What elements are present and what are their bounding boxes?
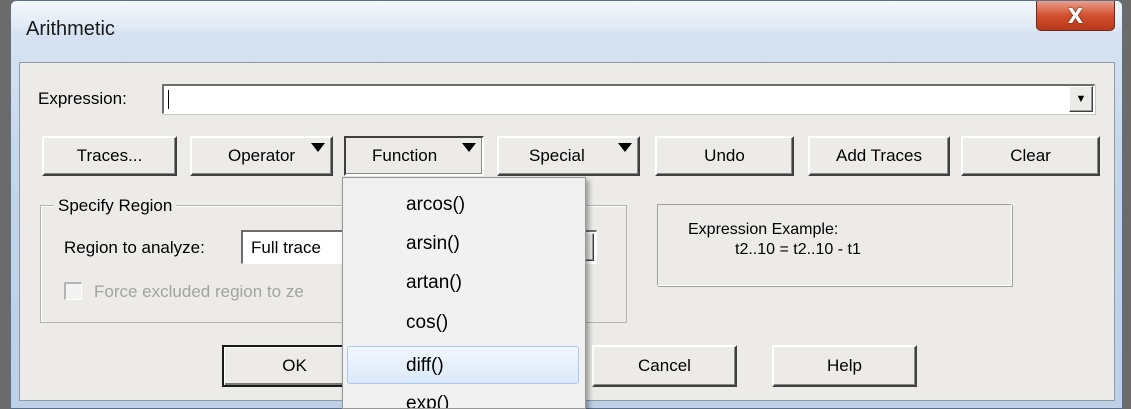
help-button-label: Help xyxy=(827,356,862,375)
operator-button[interactable]: Operator xyxy=(190,136,333,176)
region-selected-value: Full trace xyxy=(251,238,321,257)
help-button[interactable]: Help xyxy=(772,345,917,387)
special-button-label: Special xyxy=(529,146,585,165)
undo-button-label: Undo xyxy=(704,146,745,165)
menu-item-diff[interactable]: diff() xyxy=(347,346,579,384)
menu-item-arcos[interactable]: arcos() xyxy=(343,186,585,224)
operator-button-label: Operator xyxy=(228,146,296,165)
dropdown-arrow-icon xyxy=(462,143,476,152)
dropdown-arrow-icon xyxy=(618,143,632,152)
expression-input[interactable] xyxy=(162,84,1095,114)
force-excluded-label: Force excluded region to ze xyxy=(94,282,304,301)
function-button-label: Function xyxy=(372,146,438,165)
text-cursor xyxy=(168,90,169,110)
traces-button[interactable]: Traces... xyxy=(42,136,177,176)
menu-item-artan[interactable]: artan() xyxy=(343,264,585,302)
dropdown-arrow-icon xyxy=(311,143,325,152)
add-traces-button-label: Add Traces xyxy=(836,146,922,165)
force-excluded-checkbox[interactable] xyxy=(64,282,82,300)
window-title: Arithmetic xyxy=(26,18,115,40)
expression-dropdown-button[interactable]: ▼ xyxy=(1069,86,1093,112)
title-bar[interactable] xyxy=(11,1,1122,31)
close-icon[interactable]: X xyxy=(1036,1,1115,31)
function-menu: arcos() arsin() artan() cos() diff() exp… xyxy=(342,177,586,409)
add-traces-button[interactable]: Add Traces xyxy=(808,136,950,176)
menu-item-arsin[interactable]: arsin() xyxy=(343,225,585,263)
expression-example-text: t2..10 = t2..10 - t1 xyxy=(735,241,861,258)
special-button[interactable]: Special xyxy=(497,136,640,176)
clear-button-label: Clear xyxy=(1010,146,1051,165)
expression-example-title: Expression Example: xyxy=(688,221,839,238)
ok-button-label: OK xyxy=(282,356,307,375)
chevron-down-icon: ▼ xyxy=(1075,93,1087,105)
cancel-button[interactable]: Cancel xyxy=(592,345,737,387)
expression-label: Expression: xyxy=(38,89,127,108)
undo-button[interactable]: Undo xyxy=(655,136,794,176)
specify-region-legend: Specify Region xyxy=(54,196,177,216)
function-button[interactable]: Function xyxy=(344,136,484,176)
menu-item-exp[interactable]: exp() xyxy=(343,385,585,408)
traces-button-label: Traces... xyxy=(76,146,143,165)
cancel-button-label: Cancel xyxy=(638,356,691,375)
menu-item-cos[interactable]: cos() xyxy=(343,304,585,342)
region-to-analyze-label: Region to analyze: xyxy=(64,238,205,257)
clear-button[interactable]: Clear xyxy=(961,136,1100,176)
